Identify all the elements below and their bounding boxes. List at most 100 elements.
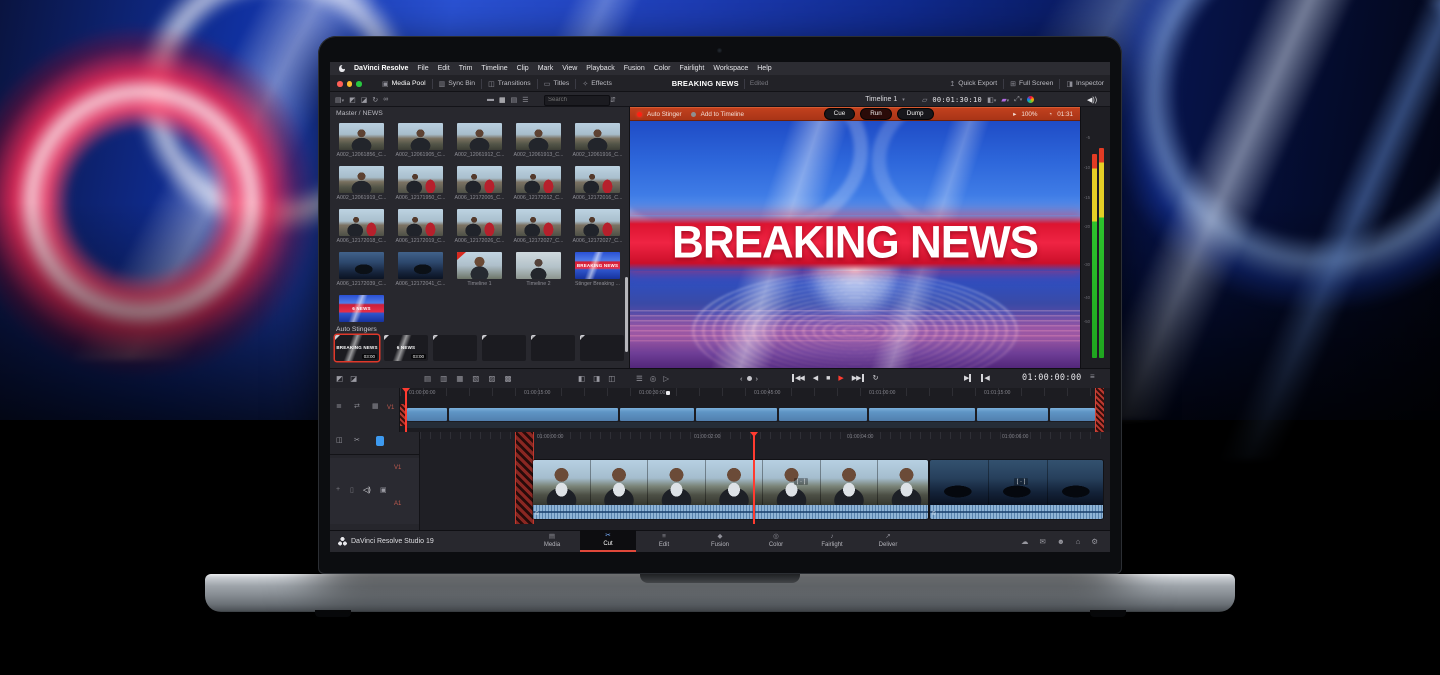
- stinger-slot-5[interactable]: 5: [531, 335, 575, 361]
- media-clip[interactable]: A002_12061905_C...: [391, 121, 450, 164]
- loop-button[interactable]: ↻: [873, 374, 879, 382]
- media-clip[interactable]: A006_12171950_C...: [391, 164, 450, 207]
- menu-help[interactable]: Help: [757, 65, 771, 72]
- overview-clip[interactable]: [407, 408, 447, 421]
- go-to-start-button[interactable]: ◀◀: [792, 374, 804, 382]
- media-pool-scrollbar[interactable]: [625, 277, 628, 352]
- media-clip[interactable]: A006_12172019_C...: [391, 207, 450, 250]
- media-clip[interactable]: A006_12172027_C...: [509, 207, 568, 250]
- strip-view-icon[interactable]: ▬: [487, 96, 494, 103]
- lock-icon[interactable]: ▯: [350, 486, 354, 494]
- edit-point-indicator[interactable]: ❲·❳: [794, 478, 808, 485]
- tab-media[interactable]: ▤Media: [524, 530, 580, 552]
- media-clip[interactable]: A006_12172016_C...: [568, 164, 627, 207]
- ripple-overwrite-icon[interactable]: ▦: [456, 374, 463, 383]
- place-on-top-icon[interactable]: ▤: [424, 374, 431, 383]
- collaboration-icon[interactable]: ☻: [1057, 537, 1065, 546]
- timeline-options-menu-icon[interactable]: ≡: [1090, 372, 1095, 381]
- tab-cut[interactable]: ✂Cut: [580, 530, 636, 552]
- media-clip[interactable]: A006_12172005_C...: [450, 164, 509, 207]
- bin-icon[interactable]: ▤▾: [335, 96, 344, 104]
- tab-fusion[interactable]: ◆Fusion: [692, 530, 748, 552]
- media-clip[interactable]: A006_12172027_C...: [568, 207, 627, 250]
- cloud-icon[interactable]: ☁: [1021, 537, 1029, 546]
- media-clip[interactable]: A002_12061913_C...: [509, 121, 568, 164]
- media-clip[interactable]: A006_12172026_C...: [450, 207, 509, 250]
- track-swap-icon[interactable]: ⇄: [354, 402, 360, 410]
- overview-playhead[interactable]: [405, 388, 407, 432]
- stinger-slot-4[interactable]: 4: [482, 335, 526, 361]
- close-window-button[interactable]: [337, 81, 343, 87]
- menu-workspace[interactable]: Workspace: [713, 65, 748, 72]
- menu-file[interactable]: File: [417, 65, 428, 72]
- move-icon[interactable]: +: [336, 486, 340, 493]
- thumbnail-view-icon[interactable]: ▦: [499, 96, 506, 104]
- transitions-button[interactable]: ◫Transitions: [488, 80, 531, 88]
- next-edit-icon[interactable]: ▶: [964, 374, 971, 382]
- messages-icon[interactable]: ✉: [1040, 537, 1046, 546]
- color-viewer-icon[interactable]: [1027, 96, 1034, 103]
- split-clip-icon[interactable]: ✂: [354, 436, 360, 444]
- media-clip[interactable]: BREAKING NEWSStinger Breaking ...: [568, 250, 627, 293]
- transition-tool-icon[interactable]: ◧: [578, 374, 585, 383]
- auto-stinger-toggle[interactable]: Auto Stinger: [647, 111, 682, 118]
- record-dot-icon[interactable]: [637, 112, 642, 117]
- jog-control[interactable]: ‹›: [740, 368, 758, 388]
- timeline-item[interactable]: Timeline 2: [509, 250, 568, 293]
- close-up-icon[interactable]: ▧: [472, 374, 479, 383]
- sort-icon[interactable]: ⇵: [610, 96, 616, 104]
- overview-clips[interactable]: [407, 408, 1095, 421]
- quick-export-button[interactable]: ↥Quick Export: [949, 80, 997, 88]
- boring-detector-icon[interactable]: ▷: [663, 374, 669, 383]
- camera-icon[interactable]: ◎: [650, 374, 657, 383]
- detail-playhead[interactable]: [753, 432, 755, 524]
- stinger-slot-6[interactable]: 6: [580, 335, 624, 361]
- viewer-video[interactable]: BREAKING NEWS: [630, 121, 1080, 368]
- playback-speed[interactable]: 100%: [1021, 111, 1037, 118]
- media-clip[interactable]: A002_12061919_C...: [332, 164, 391, 207]
- stinger-slot-1[interactable]: BREAKING NEWS03:00: [335, 335, 379, 361]
- media-clip[interactable]: A006_12172012_C...: [509, 164, 568, 207]
- overview-clip[interactable]: [779, 408, 867, 421]
- stinger-slot-2[interactable]: 6 NEWS03:00: [384, 335, 428, 361]
- cue-button[interactable]: Cue: [824, 108, 856, 120]
- list-view-icon[interactable]: ☰: [522, 96, 528, 104]
- multicam-icon[interactable]: ▰▾: [1001, 96, 1009, 104]
- overview-clip[interactable]: [620, 408, 694, 421]
- sync-bin-button[interactable]: ▥Sync Bin: [439, 80, 475, 88]
- append-icon[interactable]: ◪: [350, 374, 357, 383]
- media-clip[interactable]: A006_12172039_C...: [332, 250, 391, 293]
- home-icon[interactable]: ⌂: [1076, 537, 1081, 546]
- timeline-clip-interview[interactable]: ©: [533, 460, 928, 519]
- clip-marker[interactable]: [666, 391, 670, 395]
- menu-mark[interactable]: Mark: [538, 65, 554, 72]
- resize-icon[interactable]: ⤢▾: [1014, 96, 1022, 104]
- previous-edit-icon[interactable]: ◀: [981, 374, 988, 382]
- menu-view[interactable]: View: [562, 65, 577, 72]
- full-extent-icon[interactable]: ◫: [336, 436, 343, 444]
- link-icon[interactable]: ∞: [383, 96, 388, 103]
- search-input[interactable]: [544, 95, 610, 106]
- tab-edit[interactable]: ≡Edit: [636, 530, 692, 552]
- smart-insert-icon[interactable]: ◩: [336, 374, 343, 383]
- track-tools-icon[interactable]: ≣: [336, 402, 342, 410]
- play-button[interactable]: ▶: [838, 374, 842, 382]
- menu-trim[interactable]: Trim: [459, 65, 473, 72]
- media-clip[interactable]: A006_12172041_C...: [391, 250, 450, 293]
- settings-gear-icon[interactable]: ⚙: [1091, 537, 1098, 546]
- breadcrumb[interactable]: Master / NEWS: [336, 110, 383, 117]
- tab-deliver[interactable]: ↗Deliver: [860, 530, 916, 552]
- effects-button[interactable]: ✧Effects: [582, 80, 612, 88]
- media-clip[interactable]: A002_12061916_C...: [568, 121, 627, 164]
- pip-icon[interactable]: ▣: [380, 486, 387, 494]
- track-cam-icon[interactable]: ▦: [372, 402, 379, 410]
- video-out-icon[interactable]: ◧▾: [987, 96, 996, 104]
- run-button[interactable]: Run: [860, 108, 892, 120]
- overview-clip[interactable]: [696, 408, 777, 421]
- media-clip[interactable]: 6 NEWS: [332, 293, 391, 325]
- dump-button[interactable]: Dump: [897, 108, 934, 120]
- apple-icon[interactable]: [339, 65, 345, 72]
- overview-clip[interactable]: [869, 408, 975, 421]
- overview-clip[interactable]: [1050, 408, 1095, 421]
- import-folder-icon[interactable]: ◪: [361, 96, 368, 104]
